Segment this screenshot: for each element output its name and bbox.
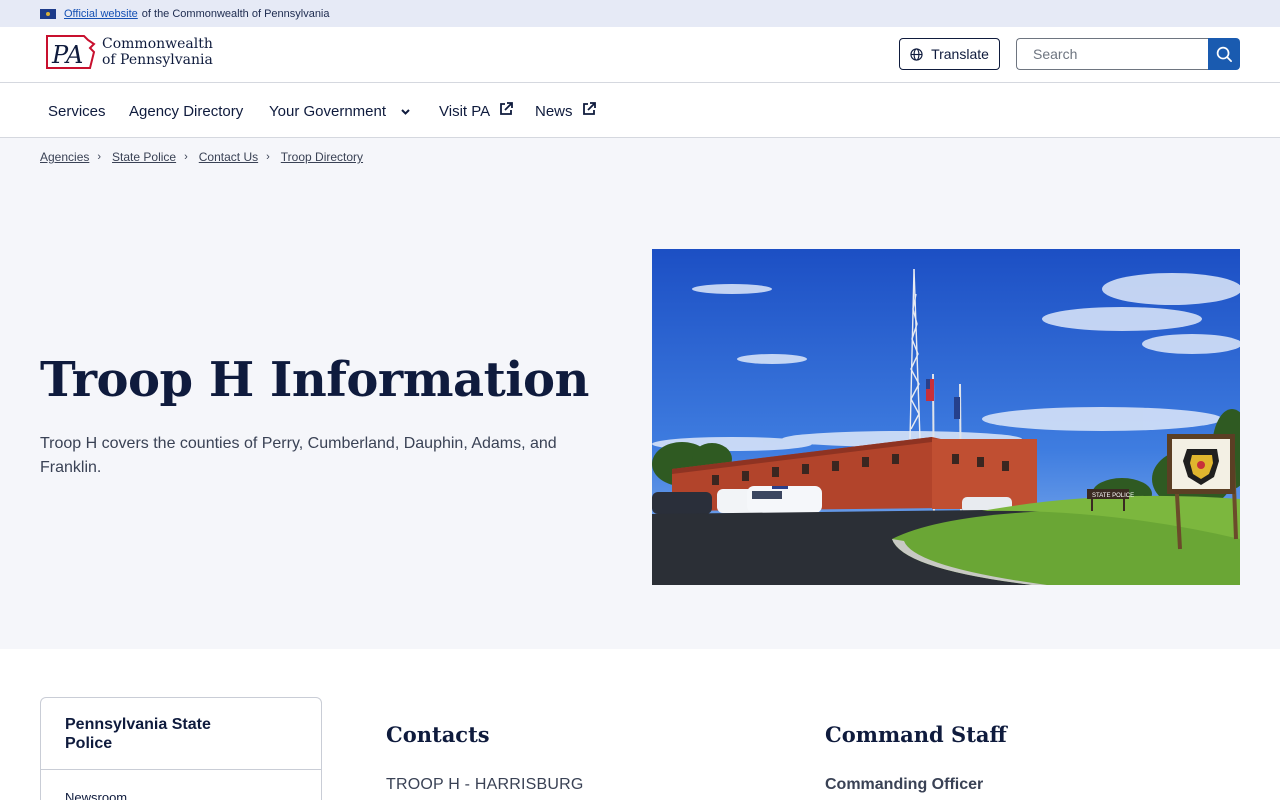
sidebar-item-newsroom[interactable]: Newsroom xyxy=(65,790,127,800)
page-title: Troop H Information xyxy=(40,352,589,408)
contacts-heading: Contacts xyxy=(386,722,490,747)
search-button[interactable] xyxy=(1208,38,1240,70)
external-link-icon xyxy=(500,101,514,115)
chevron-right-icon: › xyxy=(97,151,102,163)
chevron-right-icon: › xyxy=(266,151,270,163)
nav-item-label: News xyxy=(535,103,573,120)
nav-item-services[interactable]: Services xyxy=(48,103,106,120)
nav-item-label: Your Government xyxy=(269,103,387,120)
sidebar-nav: Pennsylvania State Police Newsroom xyxy=(40,697,322,800)
nav-item-visit-pa[interactable]: Visit PA xyxy=(439,101,514,120)
sidebar-divider xyxy=(41,769,321,770)
hero-section: Agencies › State Police › Contact Us › T… xyxy=(0,138,1280,649)
commanding-officer-label: Commanding Officer xyxy=(825,776,984,793)
site-header: PA Commonwealth of Pennsylvania Translat… xyxy=(0,27,1280,83)
pa-keystone-icon: PA xyxy=(44,32,96,72)
official-website-banner: Official website of the Commonwealth of … xyxy=(0,0,1280,27)
nav-item-label: Services xyxy=(48,103,106,120)
pa-logo[interactable]: PA Commonwealth of Pennsylvania xyxy=(44,32,213,72)
breadcrumb-state-police[interactable]: State Police xyxy=(112,150,176,164)
image-sign-label: STATE POLICE xyxy=(1092,493,1134,499)
breadcrumb-troop-directory[interactable]: Troop Directory xyxy=(281,150,363,164)
translate-label: Translate xyxy=(931,46,989,62)
official-website-text: of the Commonwealth of Pennsylvania xyxy=(141,7,330,20)
external-link-icon xyxy=(582,101,596,115)
breadcrumb-agencies[interactable]: Agencies xyxy=(40,150,89,164)
nav-item-label: Visit PA xyxy=(439,103,491,120)
troop-h-barracks-image: STATE POLICE xyxy=(652,249,1240,585)
breadcrumb: Agencies › State Police › Contact Us › T… xyxy=(40,150,363,164)
contact-troop-name: TROOP H - HARRISBURG xyxy=(386,776,584,793)
search-icon xyxy=(1216,46,1232,62)
search-input[interactable] xyxy=(1016,38,1209,70)
nav-item-agency-directory[interactable]: Agency Directory xyxy=(129,103,243,120)
sidebar-title[interactable]: Pennsylvania State Police xyxy=(65,715,245,753)
translate-button[interactable]: Translate xyxy=(899,38,1000,70)
logo-mark-text: PA xyxy=(51,41,83,69)
globe-icon xyxy=(910,47,923,61)
nav-item-your-government[interactable]: Your Government xyxy=(269,103,416,120)
command-staff-heading: Command Staff xyxy=(825,722,1007,747)
official-website-link[interactable]: Official website xyxy=(64,8,138,20)
main-nav: Services Agency Directory Your Governmen… xyxy=(0,83,1280,138)
chevron-right-icon: › xyxy=(184,151,188,163)
logo-text: Commonwealth of Pennsylvania xyxy=(102,36,213,68)
nav-item-news[interactable]: News xyxy=(535,101,597,120)
page-description: Troop H covers the counties of Perry, Cu… xyxy=(40,435,557,476)
breadcrumb-contact-us[interactable]: Contact Us xyxy=(199,150,258,164)
pa-flag-icon xyxy=(40,8,56,19)
content-section: Pennsylvania State Police Newsroom Conta… xyxy=(0,649,1280,800)
nav-item-label: Agency Directory xyxy=(129,103,244,120)
logo-line-1: Commonwealth xyxy=(102,36,213,52)
chevron-down-icon xyxy=(401,108,410,115)
logo-line-2: of Pennsylvania xyxy=(102,52,213,68)
